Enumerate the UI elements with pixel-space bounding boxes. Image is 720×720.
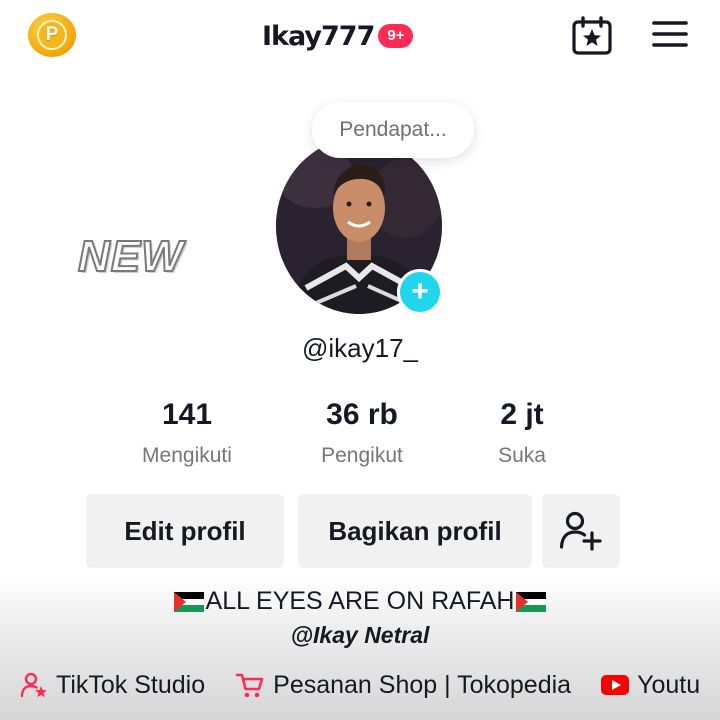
status-note-bubble[interactable]: Pendapat...: [312, 102, 474, 158]
person-star-icon: [20, 672, 47, 698]
stat-followers[interactable]: 36 rb Pengikut: [282, 398, 442, 468]
link-shop-orders[interactable]: Pesanan Shop | Tokopedia: [235, 671, 571, 700]
notification-badge: 9+: [378, 24, 414, 48]
profile-handle: @ikay17_: [301, 333, 418, 363]
profile-links-row: TikTok Studio Pesanan Shop | Tokopedia Y…: [20, 662, 720, 708]
edit-profile-button[interactable]: Edit profil: [86, 494, 284, 568]
bio-line-2: @Ikay Netral: [290, 622, 430, 648]
add-friend-button[interactable]: [542, 494, 620, 568]
bio-text: ALL EYES ARE ON RAFAH: [0, 587, 720, 616]
stat-likes[interactable]: 2 jt Suka: [442, 398, 602, 468]
share-profile-button[interactable]: Bagikan profil: [298, 494, 532, 568]
username-switcher[interactable]: Ikay777 9+: [262, 16, 414, 56]
cart-icon: [235, 673, 264, 698]
followers-label: Pengikut: [321, 444, 403, 467]
page-title: Ikay777: [262, 20, 375, 52]
add-photo-button[interactable]: +: [397, 269, 443, 315]
calendar-star-icon[interactable]: [571, 16, 613, 56]
link-label: TikTok Studio: [56, 670, 206, 699]
following-count: 141: [161, 398, 213, 431]
coin-icon: P: [37, 20, 67, 50]
link-youtube[interactable]: Youtu: [601, 671, 700, 700]
menu-icon[interactable]: [652, 18, 688, 50]
add-person-icon: [559, 511, 602, 551]
youtube-icon: [601, 675, 630, 695]
stat-following[interactable]: 141 Mengikuti: [107, 398, 267, 468]
followers-count: 36 rb: [326, 398, 398, 431]
link-label: Pesanan Shop | Tokopedia: [273, 670, 572, 699]
new-overlay-label: NEW: [77, 231, 184, 282]
likes-count: 2 jt: [500, 398, 544, 431]
following-label: Mengikuti: [142, 444, 232, 467]
palestine-flag-icon: [173, 591, 204, 612]
likes-label: Suka: [498, 444, 546, 467]
bio-line-1: ALL EYES ARE ON RAFAH: [205, 587, 515, 615]
palestine-flag-icon: [516, 591, 547, 612]
link-label: Youtu: [637, 670, 701, 699]
link-tiktok-studio[interactable]: TikTok Studio: [20, 671, 205, 700]
coin-button[interactable]: P: [28, 13, 76, 57]
